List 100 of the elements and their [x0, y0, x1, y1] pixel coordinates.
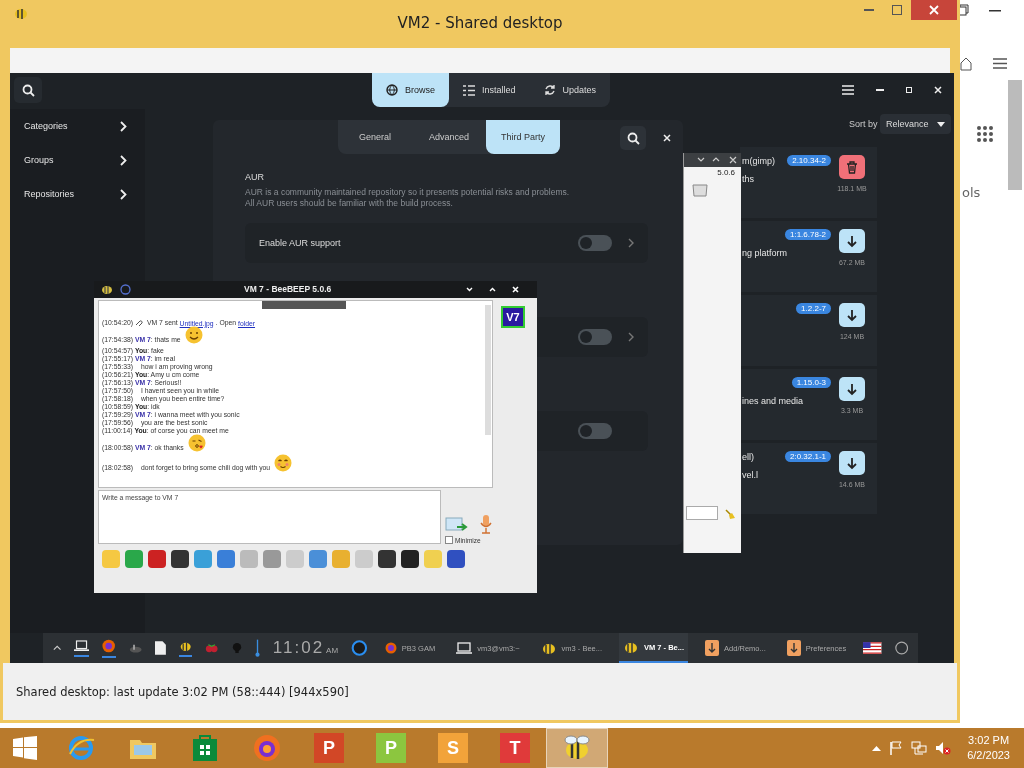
- emoji-icon: [184, 326, 203, 344]
- toggle-switch[interactable]: [578, 329, 612, 345]
- install-button[interactable]: [839, 377, 865, 401]
- folder-icon[interactable]: [692, 183, 708, 197]
- version-badge: 2.10.34-2: [787, 155, 831, 166]
- scrollbar[interactable]: [485, 305, 491, 435]
- list-icon: [463, 84, 475, 96]
- chevron-icon[interactable]: [628, 332, 634, 342]
- laptop-icon: [456, 642, 473, 654]
- search-button[interactable]: [620, 126, 646, 150]
- download-icon: [705, 640, 720, 656]
- emoji-icon: [187, 434, 206, 452]
- package-description: ths: [742, 174, 755, 184]
- scrollbar[interactable]: [1008, 80, 1022, 190]
- install-button[interactable]: [839, 303, 865, 327]
- browser-e-icon: [67, 734, 95, 762]
- version-badge: 1.2.2-7: [796, 303, 831, 314]
- bee-app-button[interactable]: [546, 728, 608, 768]
- chevron-icon[interactable]: [628, 238, 634, 248]
- chevron-up-icon[interactable]: [872, 745, 882, 751]
- close-icon[interactable]: [663, 134, 671, 142]
- sidebar-item[interactable]: Repositories: [10, 177, 145, 211]
- window-title: VM2 - Shared desktop: [396, 14, 564, 32]
- maximize-icon: [892, 5, 902, 15]
- search-button[interactable]: [14, 77, 42, 103]
- bee-icon: [623, 640, 640, 654]
- install-button[interactable]: [839, 451, 865, 475]
- minimize-icon[interactable]: [466, 287, 473, 292]
- download-arrow-icon: [846, 308, 858, 322]
- version-badge: 1:1.6.78-2: [784, 229, 831, 240]
- bee-icon: [13, 6, 29, 20]
- laptop-icon[interactable]: [74, 639, 90, 657]
- emoji-icon: [274, 454, 293, 472]
- window-controls-icon[interactable]: [697, 156, 737, 164]
- trash-icon: [846, 160, 858, 174]
- app-letter: P: [376, 733, 406, 763]
- flag-icon[interactable]: [863, 641, 882, 655]
- app-letter: P: [314, 733, 344, 763]
- circle-icon: [120, 284, 131, 295]
- volume-muted-icon[interactable]: [935, 741, 952, 755]
- clock[interactable]: 3:02 PM 6/2/2023: [967, 733, 1010, 763]
- minimize-checkbox[interactable]: [445, 536, 453, 544]
- firefox-icon: [253, 734, 281, 762]
- install-button[interactable]: [839, 229, 865, 253]
- package-name: ell): [742, 451, 754, 462]
- close-icon: [929, 5, 939, 15]
- toggle-switch[interactable]: [578, 235, 612, 251]
- apps-grid-icon[interactable]: [977, 126, 993, 142]
- user-avatar[interactable]: V7: [501, 306, 525, 328]
- powerpoint-app-button[interactable]: P: [298, 728, 360, 768]
- setting-label: Enable AUR support: [259, 238, 341, 248]
- sort-label: Sort by: [849, 119, 878, 129]
- clock: 11:02 AM: [272, 638, 339, 658]
- maximize-icon[interactable]: [906, 87, 912, 93]
- ring-icon[interactable]: [351, 638, 368, 658]
- preferences-tab[interactable]: Advanced: [412, 120, 486, 154]
- section-description: All AUR users should be familiar with the build process.: [245, 198, 454, 209]
- microphone-icon[interactable]: [479, 514, 493, 534]
- download-icon: [786, 640, 801, 656]
- firefox-icon[interactable]: [102, 638, 116, 658]
- network-icon[interactable]: [911, 741, 928, 755]
- download-arrow-icon: [846, 382, 858, 396]
- section-description: AUR is a community maintained repository so it presents potential risks and problems.: [245, 187, 571, 198]
- menu-icon[interactable]: [993, 58, 1007, 69]
- chevron-up-icon[interactable]: [53, 645, 62, 651]
- thermometer-icon[interactable]: [254, 637, 260, 659]
- minimize-icon: [864, 9, 874, 11]
- status-text: Shared desktop: last update 3:02 PM (58::444) [944x590]: [16, 684, 349, 699]
- header-tab[interactable]: Installed: [449, 73, 530, 107]
- remove-button[interactable]: [839, 155, 865, 179]
- restore-icon[interactable]: [957, 4, 969, 16]
- sidebar-item[interactable]: Groups: [10, 143, 145, 177]
- preferences-tab[interactable]: Third Party: [486, 120, 560, 154]
- app-letter: S: [438, 733, 468, 763]
- version-badge: 2:0.32.1-1: [784, 451, 831, 462]
- document-icon[interactable]: [155, 640, 167, 656]
- package-description: vel.l: [742, 470, 759, 480]
- sort-dropdown[interactable]: Relevance: [880, 114, 951, 134]
- close-icon[interactable]: [934, 86, 942, 94]
- free-app-button[interactable]: T: [484, 728, 546, 768]
- close-button[interactable]: [911, 0, 957, 20]
- input-field[interactable]: [686, 506, 718, 520]
- send-icon[interactable]: [445, 516, 469, 534]
- power-icon[interactable]: [894, 640, 908, 656]
- broom-icon[interactable]: [724, 508, 736, 520]
- home-icon[interactable]: [960, 57, 972, 71]
- chevron-right-icon: [120, 120, 127, 132]
- joystick-icon[interactable]: [128, 642, 143, 654]
- package-name: m(gimp): [742, 155, 775, 166]
- search-icon: [626, 131, 640, 145]
- bee-icon: [562, 735, 592, 761]
- version-badge: 1.15.0-3: [791, 377, 831, 388]
- header-tab[interactable]: Browse: [372, 73, 449, 107]
- berry-icon[interactable]: [205, 641, 219, 655]
- firefox-icon: [384, 642, 397, 654]
- sidebar-item[interactable]: Categories: [10, 109, 145, 143]
- header-tab[interactable]: Updates: [529, 73, 611, 107]
- bee-icon: [100, 284, 114, 295]
- toggle-switch[interactable]: [578, 423, 612, 439]
- preferences-tab[interactable]: General: [338, 120, 412, 154]
